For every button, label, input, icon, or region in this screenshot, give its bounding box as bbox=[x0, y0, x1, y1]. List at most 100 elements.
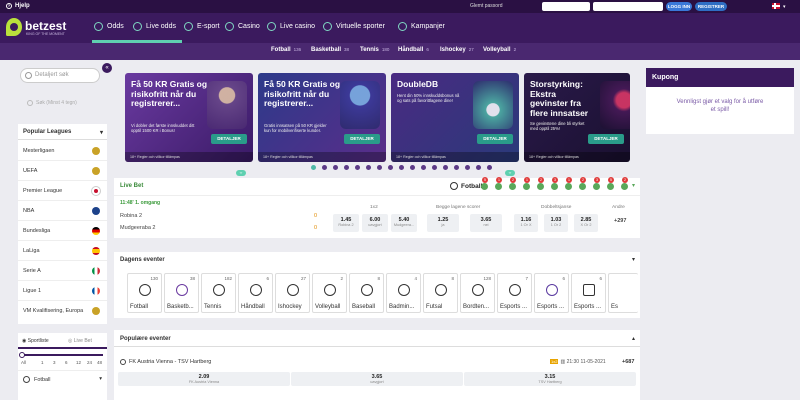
sport-list-item[interactable]: Fotball ▾ bbox=[18, 370, 107, 386]
slider-handle[interactable] bbox=[19, 352, 25, 358]
details-button[interactable]: DETALJER bbox=[344, 134, 380, 144]
register-button[interactable]: REGISTRER bbox=[695, 2, 727, 11]
sport-tab-tennis[interactable]: Tennis 180 bbox=[360, 47, 389, 53]
popular-leagues-header[interactable]: Popular Leagues ▾ bbox=[18, 124, 107, 140]
odds-button[interactable]: 1.16 1 Or X bbox=[514, 214, 538, 232]
login-button[interactable]: LOGG INN bbox=[666, 2, 692, 11]
search-input[interactable]: Søk (Minst 4 tegn) bbox=[20, 96, 102, 110]
sport-tab-basketball[interactable]: Basketball 38 bbox=[311, 47, 349, 53]
sport-card[interactable]: 130 Fotball bbox=[127, 273, 162, 313]
league-item[interactable]: NBA bbox=[18, 201, 107, 221]
carousel-dot[interactable] bbox=[454, 165, 459, 170]
live-sport-icon[interactable]: 2 bbox=[537, 177, 544, 190]
carousel-dot[interactable] bbox=[410, 165, 415, 170]
sport-card[interactable]: 7 Esports ... bbox=[497, 273, 532, 313]
league-item[interactable]: Ligue 1 bbox=[18, 281, 107, 301]
sport-tab-handball[interactable]: Håndball 6 bbox=[398, 47, 429, 53]
time-filter-slider[interactable] bbox=[19, 352, 103, 358]
carousel-dot[interactable] bbox=[355, 165, 360, 170]
sport-card[interactable]: 6 Esports ... bbox=[534, 273, 569, 313]
carousel-dot[interactable] bbox=[399, 165, 404, 170]
password-input[interactable] bbox=[593, 2, 663, 11]
league-item[interactable]: Premier League bbox=[18, 181, 107, 201]
details-button[interactable]: DETALJER bbox=[477, 134, 513, 144]
live-sport-icon[interactable]: 5 bbox=[607, 177, 614, 190]
carousel-dot[interactable] bbox=[421, 165, 426, 170]
sport-tab-icehockey[interactable]: Ishockey 27 bbox=[440, 47, 474, 53]
promo-banner[interactable]: Storstyrking: Ekstra gevinster fra flere… bbox=[524, 73, 630, 162]
sport-tab-volleyball[interactable]: Volleyball 2 bbox=[483, 47, 516, 53]
sport-tab-football[interactable]: Fotball 136 bbox=[271, 47, 301, 53]
nav-live-odds[interactable]: Live odds bbox=[133, 22, 176, 31]
league-item[interactable]: Mesterligaen bbox=[18, 141, 107, 161]
sport-card[interactable]: 27 Ishockey bbox=[275, 273, 310, 313]
sport-card[interactable]: 182 Tennis bbox=[201, 273, 236, 313]
nav-casino[interactable]: Casino bbox=[225, 22, 260, 31]
league-item[interactable]: LaLiga bbox=[18, 241, 107, 261]
live-sport-icon[interactable]: 2 bbox=[579, 177, 586, 190]
nav-esport[interactable]: E-sport bbox=[184, 22, 220, 31]
details-button[interactable]: DETALJER bbox=[211, 134, 247, 144]
chevron-down-icon[interactable]: ▾ bbox=[783, 4, 786, 10]
forgot-password-link[interactable]: Glemt passord bbox=[470, 3, 503, 9]
sport-card[interactable]: 6 Håndball bbox=[238, 273, 273, 313]
username-input[interactable] bbox=[542, 2, 590, 11]
sport-card[interactable]: 128 Bordten... bbox=[460, 273, 495, 313]
carousel-dot[interactable] bbox=[487, 165, 492, 170]
carousel-dot[interactable] bbox=[366, 165, 371, 170]
odds-button[interactable]: 1.03 1 Or 2 bbox=[544, 214, 568, 232]
live-sport-icon[interactable]: 5 bbox=[481, 177, 488, 190]
help-link[interactable]: ? Hjelp bbox=[6, 3, 30, 9]
tab-livebet[interactable]: ◎ Live Bet bbox=[68, 338, 92, 344]
sport-card[interactable]: 6 Esports ... bbox=[571, 273, 606, 313]
league-item[interactable]: Bundesliga bbox=[18, 221, 107, 241]
detailed-search-input[interactable]: Detaljert søk bbox=[20, 68, 100, 83]
odds-button[interactable]: 5.40 Mudgeera... bbox=[391, 214, 417, 232]
odds-button[interactable]: 2.09 FK Austria Vienna bbox=[118, 372, 290, 386]
nav-virtual-sports[interactable]: Virtuelle sporter bbox=[323, 22, 385, 31]
promo-banner[interactable]: Få 50 KR Gratis og risikofritt når du re… bbox=[258, 73, 386, 162]
event-row[interactable]: FK Austria Vienna - TSV Hartberg bbox=[120, 359, 211, 365]
odds-button[interactable]: 3.15 TSV Hartberg bbox=[464, 372, 636, 386]
odds-button[interactable]: 1.45 Robina 2 bbox=[333, 214, 359, 232]
live-sport-icon[interactable]: 2 bbox=[621, 177, 628, 190]
carousel-dot[interactable] bbox=[344, 165, 349, 170]
carousel-dot[interactable] bbox=[476, 165, 481, 170]
live-sport-icon[interactable]: 1 bbox=[565, 177, 572, 190]
nav-live-casino[interactable]: Live casino bbox=[267, 22, 315, 31]
carousel-dot[interactable] bbox=[311, 165, 316, 170]
details-button[interactable]: DETALJER bbox=[588, 134, 624, 144]
live-sport-icon[interactable]: 1 bbox=[523, 177, 530, 190]
live-sport-icon[interactable]: 3 bbox=[551, 177, 558, 190]
sport-card[interactable]: 4 Badmin... bbox=[386, 273, 421, 313]
odds-button[interactable]: 2.85 X Or 2 bbox=[574, 214, 598, 232]
more-markets-link[interactable]: +687 bbox=[622, 359, 634, 365]
live-sport-selector[interactable]: Fotball bbox=[450, 182, 482, 190]
carousel-dot[interactable] bbox=[377, 165, 382, 170]
carousel-dot[interactable] bbox=[432, 165, 437, 170]
league-item[interactable]: Serie A bbox=[18, 261, 107, 281]
live-sport-icon[interactable]: 3 bbox=[593, 177, 600, 190]
nav-campaigns[interactable]: Kampanjer bbox=[398, 22, 445, 31]
carousel-dot[interactable] bbox=[333, 165, 338, 170]
league-item[interactable]: UEFA bbox=[18, 161, 107, 181]
language-flag-icon[interactable] bbox=[772, 3, 780, 9]
chevron-down-icon[interactable]: ▾ bbox=[632, 182, 635, 189]
sport-card[interactable]: 8 Baseball bbox=[349, 273, 384, 313]
carousel-dot[interactable] bbox=[443, 165, 448, 170]
odds-button[interactable]: 1.25 ja bbox=[427, 214, 459, 232]
chevron-down-icon[interactable]: ▾ bbox=[632, 256, 635, 263]
nav-odds[interactable]: Odds bbox=[94, 22, 124, 31]
odds-button[interactable]: 3.65 uavgjort bbox=[291, 372, 463, 386]
logo[interactable]: betzest KING OF THE MOMENT bbox=[6, 18, 76, 40]
live-sport-icon[interactable]: 1 bbox=[495, 177, 502, 190]
more-markets-link[interactable]: +297 bbox=[614, 218, 626, 224]
sport-card[interactable]: 38 Basketb... bbox=[164, 273, 199, 313]
carousel-dot[interactable] bbox=[465, 165, 470, 170]
collapse-sidebar-button[interactable]: « bbox=[102, 63, 112, 73]
sport-card[interactable]: 8 Futsal bbox=[423, 273, 458, 313]
carousel-next-button[interactable]: ‹› bbox=[505, 170, 515, 176]
live-sport-icon[interactable]: 2 bbox=[509, 177, 516, 190]
promo-banner[interactable]: Få 50 KR Gratis og risikofritt når du re… bbox=[125, 73, 253, 162]
odds-button[interactable]: 6.00 uavgjort bbox=[362, 214, 388, 232]
